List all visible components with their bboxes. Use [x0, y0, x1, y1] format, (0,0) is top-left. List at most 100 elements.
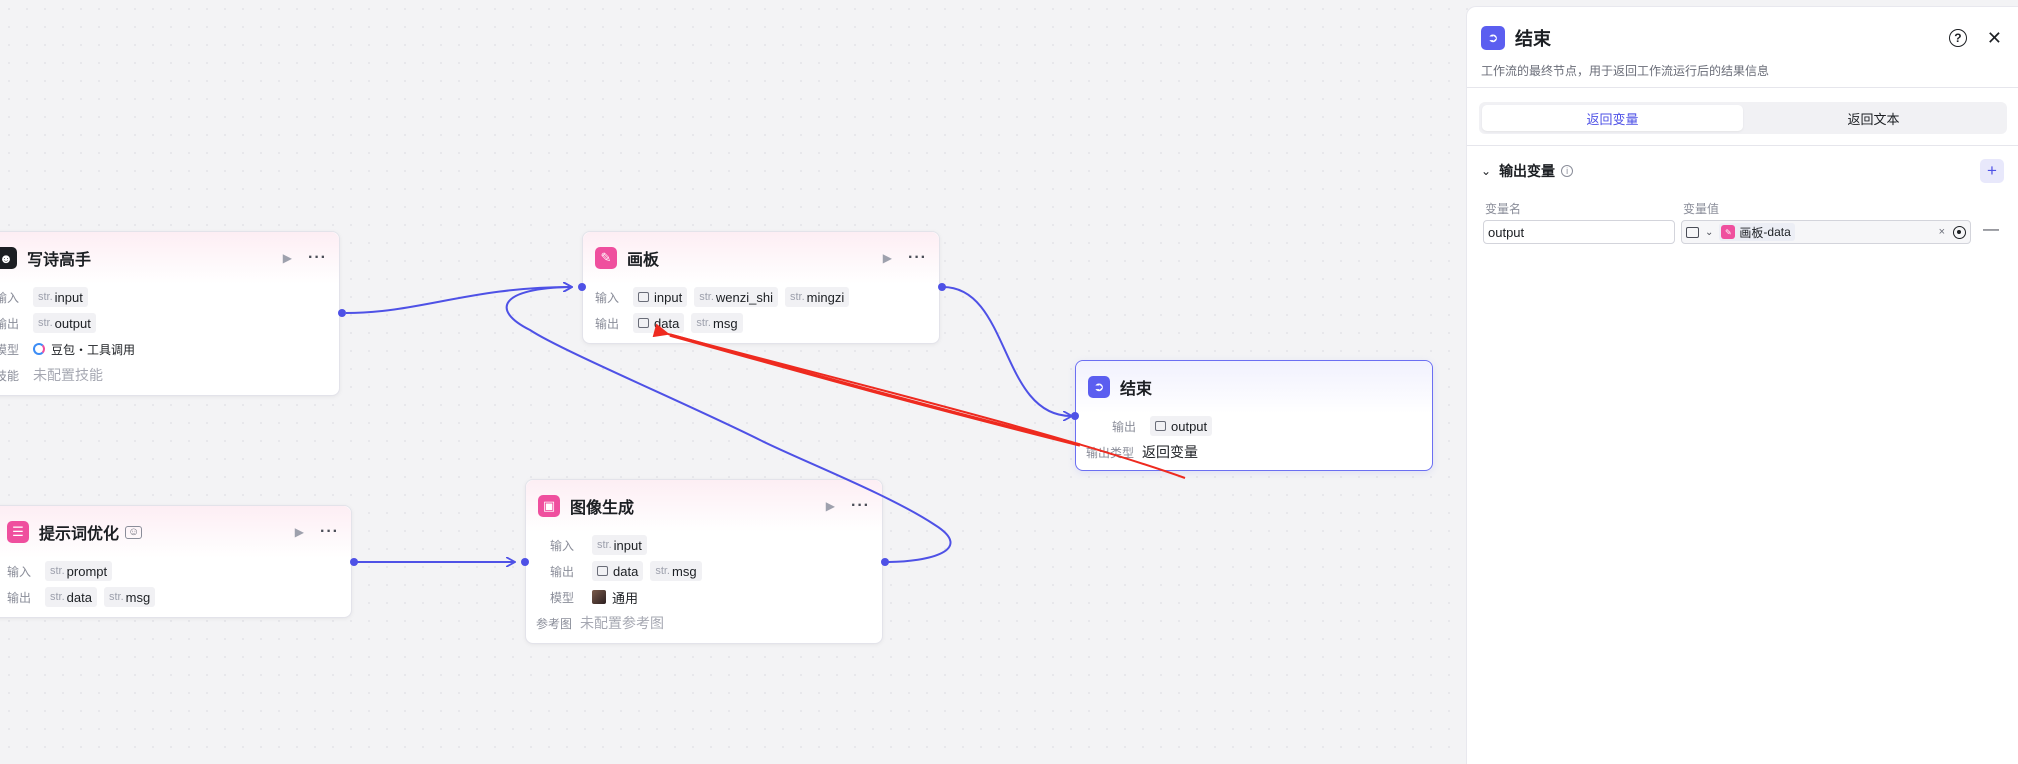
- canvas-output-port[interactable]: [938, 283, 946, 291]
- remove-variable-button[interactable]: —: [1983, 221, 1999, 239]
- node-title: 结束: [1120, 381, 1153, 398]
- model-avatar-icon: [592, 590, 606, 604]
- output-label: 输出: [0, 316, 20, 331]
- imagegen-input-port[interactable]: [521, 558, 529, 566]
- variable-tag: str. msg: [691, 313, 743, 333]
- panel-title: 结束: [1515, 29, 1551, 49]
- more-icon[interactable]: ···: [320, 523, 339, 541]
- return-mode-tabs: 返回变量 返回文本: [1479, 102, 2007, 134]
- image-type-icon: [597, 566, 608, 576]
- node-canvas-board[interactable]: ✎ 画板 ▶ ··· 输入 input str. wenzi_shi str. mi…: [582, 231, 940, 344]
- robot-icon: ☻: [0, 247, 17, 269]
- input-label: 输入: [595, 290, 620, 305]
- variable-tag: str. data: [45, 587, 97, 607]
- poet-output-port[interactable]: [338, 309, 346, 317]
- tab-return-text[interactable]: 返回文本: [1743, 105, 2004, 131]
- bot-badge-icon: ☺: [125, 525, 143, 539]
- end-input-port[interactable]: [1071, 412, 1079, 420]
- image-type-icon: [638, 292, 649, 302]
- model-label: 模型: [550, 590, 575, 605]
- play-icon[interactable]: ▶: [826, 499, 835, 513]
- annotation-red-arrow-stroke: [669, 333, 1081, 447]
- variable-tag: str. msg: [103, 587, 156, 607]
- exit-icon: ➲: [1481, 26, 1505, 50]
- variable-tag: str. msg: [650, 561, 702, 581]
- node-title: 提示词优化: [39, 526, 120, 543]
- prompt-output-port[interactable]: [350, 558, 358, 566]
- variable-tag: str. output: [33, 313, 96, 333]
- node-title: 画板: [627, 252, 660, 269]
- add-variable-button[interactable]: +: [1980, 159, 2004, 183]
- doubao-model-icon: [33, 343, 45, 355]
- variable-tag: str. input: [592, 535, 647, 555]
- canvas-board-icon: ✎: [1721, 225, 1736, 239]
- skill-value: 未配置技能: [33, 367, 103, 383]
- node-prompt-optimize[interactable]: ☰ 提示词优化 ☺ ▶ ··· 输入 str. prompt 输出 str. data…: [0, 505, 352, 618]
- divider: [1467, 87, 2018, 88]
- edge-canvas-to-end[interactable]: [942, 286, 1071, 416]
- chevron-down-icon[interactable]: ⌄: [1481, 164, 1491, 178]
- input-label: 输入: [0, 290, 20, 305]
- image-type-icon: [638, 318, 649, 328]
- variable-reference-tag: ✎ 画板 - data: [1719, 223, 1795, 241]
- section-title: 输出变量: [1499, 163, 1556, 179]
- more-icon[interactable]: ···: [908, 249, 927, 267]
- info-icon[interactable]: i: [1561, 165, 1574, 177]
- exit-icon: ➲: [1088, 376, 1110, 398]
- chevron-down-icon[interactable]: ⌄: [1705, 227, 1713, 238]
- output-label: 输出: [7, 590, 32, 605]
- play-icon[interactable]: ▶: [295, 525, 304, 539]
- model-label: 模型: [0, 342, 20, 357]
- image-type-icon[interactable]: [1686, 226, 1699, 238]
- imagegen-output-port[interactable]: [881, 558, 889, 566]
- more-icon[interactable]: ···: [308, 249, 327, 267]
- model-value: 豆包・工具调用: [51, 342, 136, 357]
- edge-poet-to-canvas[interactable]: [345, 287, 571, 314]
- reference-value: 未配置参考图: [580, 615, 664, 631]
- output-label: 输出: [550, 564, 575, 579]
- panel-description: 工作流的最终节点，用于返回工作流运行后的结果信息: [1481, 64, 1770, 78]
- node-end[interactable]: ➲ 结束 输出 output 输出类型 返回变量: [1075, 360, 1433, 471]
- variable-tag: data: [592, 561, 644, 581]
- variable-tag: data: [633, 313, 685, 333]
- target-icon[interactable]: [1953, 225, 1966, 239]
- node-title: 写诗高手: [27, 252, 92, 269]
- node-poet[interactable]: ☻ 写诗高手 ▶ ··· 输入 str. input 输出 str. output 模型…: [0, 231, 340, 396]
- column-header-value: 变量值: [1683, 202, 1720, 216]
- variable-tag: output: [1150, 416, 1213, 436]
- input-label: 输入: [7, 564, 32, 579]
- end-node-properties-panel: ➲ 结束 ? ✕ 工作流的最终节点，用于返回工作流运行后的结果信息 返回变量 返…: [1466, 6, 2018, 764]
- input-label: 输入: [550, 538, 575, 553]
- output-type-label: 输出类型: [1086, 445, 1135, 460]
- tab-return-variable[interactable]: 返回变量: [1482, 105, 1743, 131]
- clear-icon[interactable]: ×: [1939, 226, 1945, 238]
- variable-tag: input: [633, 287, 688, 307]
- output-variables-section-header[interactable]: ⌄ 输出变量 i +: [1481, 159, 2004, 183]
- skill-label: 技能: [0, 368, 20, 383]
- help-icon[interactable]: ?: [1948, 29, 1967, 47]
- play-icon[interactable]: ▶: [883, 251, 892, 265]
- variable-tag: str. input: [33, 287, 88, 307]
- model-value: 通用: [612, 590, 639, 606]
- canvas-input-port[interactable]: [578, 283, 586, 291]
- play-icon[interactable]: ▶: [283, 251, 292, 265]
- close-icon[interactable]: ✕: [1987, 28, 2002, 49]
- canvas-board-icon: ✎: [595, 247, 617, 269]
- output-label: 输出: [1112, 419, 1137, 434]
- list-icon: ☰: [7, 521, 29, 543]
- output-type-value: 返回变量: [1142, 444, 1198, 460]
- variable-name-input[interactable]: [1483, 220, 1675, 244]
- divider: [1467, 145, 2018, 146]
- image-type-icon: [1155, 421, 1166, 431]
- workflow-canvas[interactable]: ☻ 写诗高手 ▶ ··· 输入 str. input 输出 str. output 模型…: [0, 0, 1466, 764]
- node-title: 图像生成: [570, 500, 635, 517]
- column-header-name: 变量名: [1485, 202, 1522, 216]
- image-icon: ▣: [538, 495, 560, 517]
- variable-tag: str. prompt: [45, 561, 113, 581]
- variable-value-selector[interactable]: ⌄ ✎ 画板 - data ×: [1681, 220, 1971, 244]
- variable-tag: str. wenzi_shi: [694, 287, 778, 307]
- node-image-generate[interactable]: ▣ 图像生成 ▶ ··· 输入 str. input 输出 data str. msg…: [525, 479, 883, 644]
- reference-label: 参考图: [536, 616, 573, 631]
- variable-tag: str. mingzi: [784, 287, 850, 307]
- more-icon[interactable]: ···: [851, 497, 870, 515]
